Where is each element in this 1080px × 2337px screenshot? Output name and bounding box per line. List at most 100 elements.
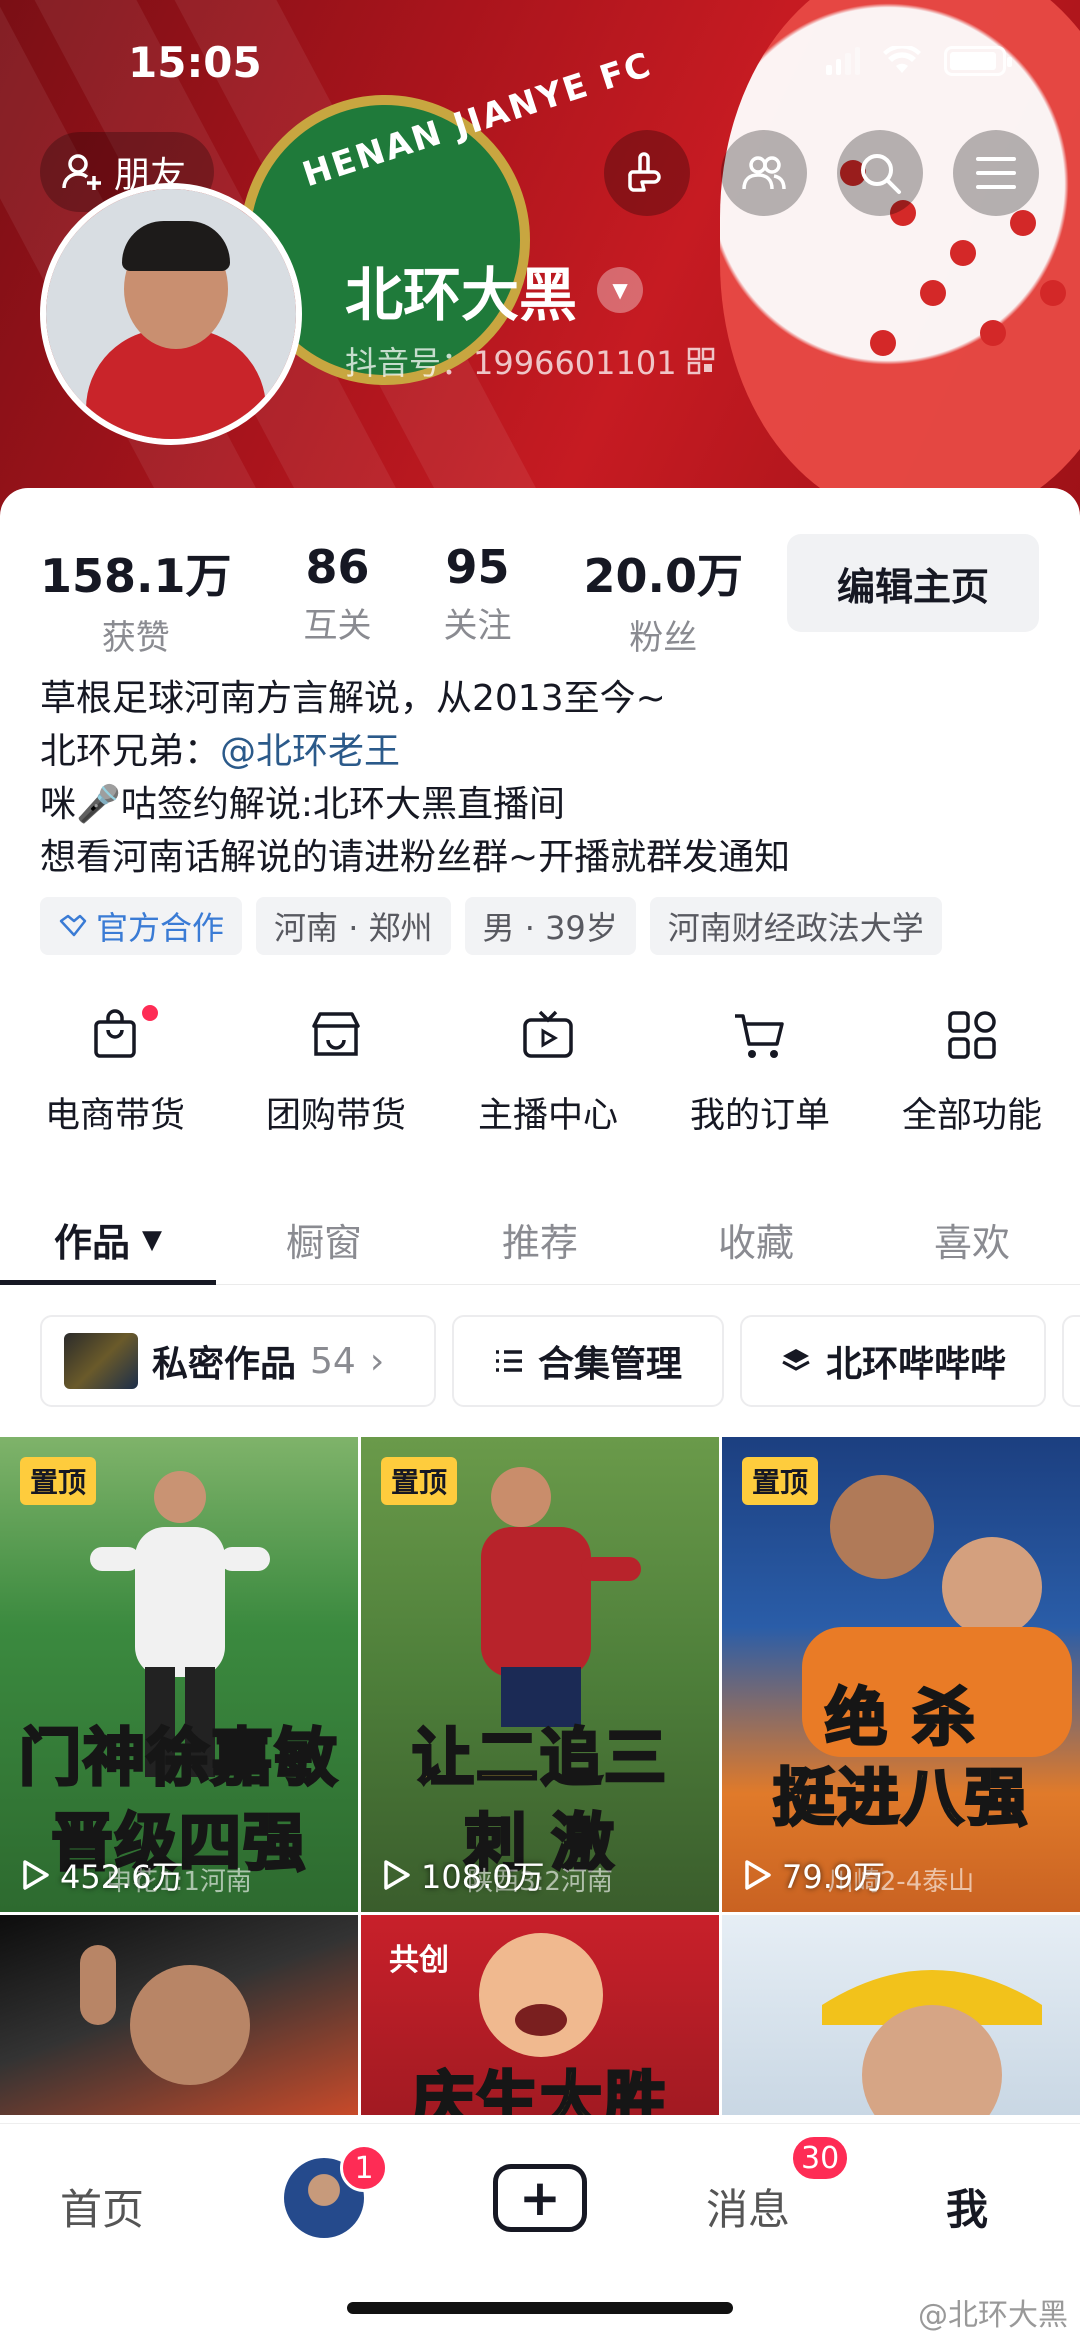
tab-showcase[interactable]: 橱窗 (216, 1195, 432, 1284)
nav-messages[interactable]: 消息 (706, 2176, 790, 2237)
stat-following[interactable]: 95 关注 (444, 540, 512, 647)
tab-recommend[interactable]: 推荐 (432, 1195, 648, 1284)
home-indicator (347, 2302, 733, 2314)
shop-icon (312, 1012, 360, 1056)
account-switch-button[interactable]: ▼ (597, 267, 644, 313)
microphone-emoji: 🎤 (76, 784, 121, 825)
video-grid: 置顶 门神徐嘉敏 晋级四强 申花1:1河南 452.6万 置顶 让二追三 刺 激… (0, 1437, 1080, 2115)
status-time: 15:05 (128, 38, 262, 87)
profile-avatar[interactable] (40, 183, 302, 445)
co-creation-badge: 共创 (389, 1943, 449, 1978)
tv-icon (523, 1010, 573, 1058)
plus-icon: + (519, 2169, 561, 2227)
video-card[interactable] (0, 1915, 358, 2115)
list-icon (495, 1350, 522, 1372)
video-caption: 挺进八强 (771, 1760, 1029, 1836)
signal-icon (826, 47, 860, 75)
visitors-button[interactable] (721, 130, 807, 216)
video-card[interactable]: 置顶 让二追三 刺 激 陕西3:2河南 108.0万 (361, 1437, 719, 1912)
bio: 草根足球河南方言解说，从2013至今~ 北环兄弟：@北环老王 咪🎤咕签约解说:北… (40, 672, 790, 884)
func-my-orders[interactable]: 我的订单 (654, 1005, 866, 1138)
cart-icon (735, 1014, 784, 1058)
hand-pointer-icon (628, 152, 661, 192)
douyin-id-text: 抖音号：1996601101 (345, 344, 677, 382)
bio-line: 想看河南话解说的请进粉丝群~开播就群发通知 (40, 837, 791, 878)
create-button[interactable]: + (493, 2164, 587, 2232)
video-caption: 庆生大胜 (410, 2063, 668, 2116)
add-friend-icon (62, 154, 101, 190)
series-chip[interactable]: 北环哔哔哔 (740, 1315, 1046, 1407)
stat-mutual[interactable]: 86 互关 (304, 540, 372, 647)
pinned-badge: 置顶 (20, 1457, 97, 1505)
play-icon (745, 1860, 771, 1890)
func-group-buy[interactable]: 团购带货 (230, 1005, 442, 1138)
private-works-chip[interactable]: 私密作品 54 › (40, 1315, 436, 1407)
menu-icon (976, 157, 1016, 189)
video-caption: 绝 杀 (824, 1680, 977, 1756)
tag-location[interactable]: 河南 · 郑州 (256, 897, 451, 955)
people-icon (742, 156, 786, 190)
func-all-features[interactable]: 全部功能 (866, 1005, 1078, 1138)
handshake-icon (59, 914, 87, 937)
tap-gesture-button[interactable] (604, 130, 690, 216)
video-card[interactable] (722, 1915, 1080, 2115)
collection-manage-chip[interactable]: 合集管理 (452, 1315, 724, 1407)
chevron-right-icon: › (369, 1340, 385, 1382)
private-works-thumbnail (64, 1333, 138, 1389)
more-chip[interactable] (1062, 1315, 1080, 1407)
stat-followers[interactable]: 20.0万 粉丝 (584, 540, 744, 659)
play-count: 452.6万 (20, 1852, 184, 1898)
tag-official-cooperation[interactable]: 官方合作 (40, 897, 243, 955)
profile-name: 北环大黑 (345, 261, 578, 329)
mention-link[interactable]: @北环老王 (220, 731, 400, 772)
func-streamer-center[interactable]: 主播中心 (442, 1005, 654, 1138)
pinned-badge: 置顶 (742, 1457, 819, 1505)
menu-button[interactable] (953, 130, 1039, 216)
tag-gender-age[interactable]: 男 · 39岁 (464, 897, 636, 955)
video-card[interactable]: 置顶 门神徐嘉敏 晋级四强 申花1:1河南 452.6万 (0, 1437, 358, 1912)
profile-tags: 官方合作 河南 · 郑州 男 · 39岁 河南财经政法大学 (40, 897, 942, 955)
stat-likes[interactable]: 158.1万 获赞 (40, 540, 232, 659)
func-ecommerce[interactable]: 电商带货 (0, 1005, 230, 1138)
douyin-id[interactable]: 抖音号：1996601101 (345, 338, 715, 384)
player-photo (80, 1945, 250, 2085)
qr-code-icon (687, 347, 714, 375)
tab-works[interactable]: 作品 ▼ (0, 1195, 216, 1285)
profile-screen: HENAN JIANYE FC 15:05 朋友 北环大黑 ▼ 抖音号：1996… (0, 0, 1080, 2337)
play-count: 108.0万 (381, 1852, 545, 1898)
watermark: @北环大黑 (918, 2298, 1068, 2333)
layers-icon (782, 1349, 810, 1371)
wifi-icon (883, 46, 921, 73)
messages-badge: 30 (790, 2134, 851, 2182)
friends-badge: 1 (340, 2144, 388, 2192)
tag-school[interactable]: 河南财经政法大学 (649, 897, 942, 955)
play-icon (23, 1860, 49, 1890)
battery-icon (944, 46, 1012, 76)
play-count: 79.9万 (742, 1852, 885, 1898)
caret-down-icon: ▼ (142, 1224, 162, 1255)
bag-icon (94, 1009, 136, 1058)
video-caption: 门神徐嘉敏 (17, 1720, 339, 1796)
function-row: 电商带货 团购带货 主播中心 我的订单 全部功能 (0, 1005, 1080, 1138)
tab-likes[interactable]: 喜欢 (864, 1195, 1080, 1284)
play-icon (384, 1860, 410, 1890)
nav-me[interactable]: 我 (946, 2176, 988, 2237)
tab-favorites[interactable]: 收藏 (648, 1195, 864, 1284)
search-button[interactable] (837, 130, 923, 216)
search-icon (861, 154, 901, 194)
bio-line: 草根足球河南方言解说，从2013至今~ (40, 678, 666, 719)
video-card[interactable]: 置顶 绝 杀 挺进八强 川崎2-4泰山 79.9万 (722, 1437, 1080, 1912)
pinned-badge: 置顶 (381, 1457, 458, 1505)
works-filter-chips: 私密作品 54 › 合集管理 北环哔哔哔 (40, 1315, 1080, 1407)
status-bar: 15:05 (0, 0, 1080, 120)
edit-profile-button[interactable]: 编辑主页 (787, 534, 1039, 632)
grid-icon (948, 1011, 996, 1059)
content-tabs: 作品 ▼ 橱窗 推荐 收藏 喜欢 (0, 1195, 1080, 1285)
video-caption: 让二追三 (410, 1720, 668, 1796)
notification-dot (142, 1005, 158, 1021)
bio-line: 咪🎤咕签约解说:北环大黑直播间 (40, 784, 565, 825)
bio-line: 北环兄弟：@北环老王 (40, 731, 401, 772)
video-card[interactable]: 共创 庆生大胜 (361, 1915, 719, 2115)
nav-home[interactable]: 首页 (60, 2176, 144, 2237)
stats-row: 158.1万 获赞 86 互关 95 关注 20.0万 粉丝 (40, 540, 815, 659)
